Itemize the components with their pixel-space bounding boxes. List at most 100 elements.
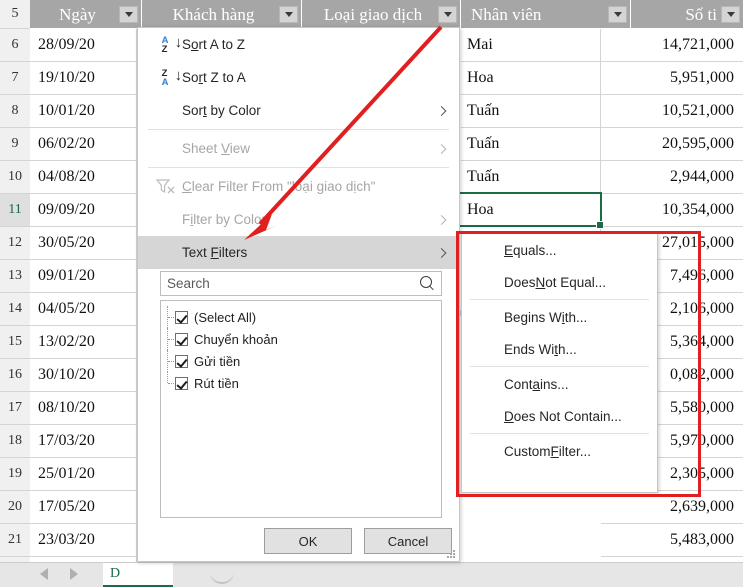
column-header-nhan-vien[interactable]: Nhân viên bbox=[461, 0, 631, 29]
cell-employee-7[interactable]: Hoa bbox=[461, 62, 601, 95]
menu-item-label-sort-z-to-a: Sort Z to A bbox=[182, 70, 246, 85]
filter-search-box[interactable]: Search bbox=[160, 271, 442, 296]
submenu-item-does-not-equal[interactable]: Does Not Equal... bbox=[462, 266, 657, 298]
cell-amount-21[interactable]: 5,483,000 bbox=[601, 524, 743, 557]
resize-grip[interactable] bbox=[447, 550, 455, 558]
row-header-12[interactable]: 12 bbox=[0, 227, 30, 260]
cell-amount-8[interactable]: 10,521,000 bbox=[601, 95, 743, 128]
cell-date-7[interactable]: 19/10/20 bbox=[30, 62, 137, 95]
cell-amount-6[interactable]: 14,721,000 bbox=[601, 29, 743, 62]
cell-date-18[interactable]: 17/03/20 bbox=[30, 425, 137, 458]
checkbox-row-chuyen-khoan[interactable]: Chuyển khoản bbox=[161, 328, 441, 350]
cell-employee-10[interactable]: Tuấn bbox=[461, 161, 601, 194]
cell-amount-11[interactable]: 10,354,000 bbox=[601, 194, 743, 227]
cell-date-8[interactable]: 10/01/20 bbox=[30, 95, 137, 128]
menu-item-sort-by-color[interactable]: Sort by Color bbox=[138, 94, 459, 127]
row-header-7[interactable]: 7 bbox=[0, 62, 30, 95]
row-header-15[interactable]: 15 bbox=[0, 326, 30, 359]
checkbox-row-rut-tien[interactable]: Rút tiền bbox=[161, 372, 441, 394]
row-header-21[interactable]: 21 bbox=[0, 524, 30, 557]
sheet-nav-arrows[interactable] bbox=[40, 568, 78, 580]
cell-date-11[interactable]: 09/09/20 bbox=[30, 194, 137, 227]
row-header-6[interactable]: 6 bbox=[0, 29, 30, 62]
cell-date-10[interactable]: 04/08/20 bbox=[30, 161, 137, 194]
checkbox-row-select-all[interactable]: (Select All) bbox=[161, 306, 441, 328]
cell-date-15[interactable]: 13/02/20 bbox=[30, 326, 137, 359]
menu-item-label-clear-filter: Clear Filter From "loại giao dịch" bbox=[182, 179, 376, 194]
row-header-17[interactable]: 17 bbox=[0, 392, 30, 425]
submenu-item-contains[interactable]: Cont a ins... bbox=[462, 368, 657, 400]
submenu-divider-1 bbox=[470, 299, 649, 300]
cell-date-19[interactable]: 25/01/20 bbox=[30, 458, 137, 491]
row-header-8[interactable]: 8 bbox=[0, 95, 30, 128]
filter-dropdown-icon-khach-hang[interactable] bbox=[279, 6, 298, 23]
menu-item-sort-z-to-a[interactable]: Z A ↓ Sort Z to A bbox=[138, 61, 459, 94]
filter-value-checkbox-list[interactable]: (Select All) Chuyển khoản Gửi tiền Rút t… bbox=[160, 300, 442, 518]
filter-search-placeholder: Search bbox=[167, 276, 210, 291]
row-header-10[interactable]: 10 bbox=[0, 161, 30, 194]
submenu-item-begins-with[interactable]: Begins Wi th... bbox=[462, 301, 657, 333]
sheet-nav-previous-icon[interactable] bbox=[40, 568, 48, 580]
cell-amount-7[interactable]: 5,951,000 bbox=[601, 62, 743, 95]
cell-date-17[interactable]: 08/10/20 bbox=[30, 392, 137, 425]
submenu-item-does-not-contain[interactable]: Does Not Contain... bbox=[462, 400, 657, 432]
checkbox-row-gui-tien[interactable]: Gửi tiền bbox=[161, 350, 441, 372]
sheet-tab-active[interactable]: D bbox=[103, 563, 173, 587]
cell-employee-9[interactable]: Tuấn bbox=[461, 128, 601, 161]
submenu-divider-2 bbox=[470, 366, 649, 367]
submenu-item-custom-filter[interactable]: Custom Filter... bbox=[462, 435, 657, 467]
column-header-so-tien[interactable]: Số ti bbox=[631, 0, 743, 29]
cell-employee-8[interactable]: Tuấn bbox=[461, 95, 601, 128]
menu-item-filter-by-color: Filter by Color bbox=[138, 203, 459, 236]
cell-date-20[interactable]: 17/05/20 bbox=[30, 491, 137, 524]
menu-item-text-filters[interactable]: Text Filters bbox=[138, 236, 459, 269]
cell-amount-20[interactable]: 2,639,000 bbox=[601, 491, 743, 524]
clear-filter-icon bbox=[148, 178, 182, 195]
row-header-13[interactable]: 13 bbox=[0, 260, 30, 293]
zoom-arc-decoration bbox=[210, 572, 234, 584]
checkbox-label-rut-tien: Rút tiền bbox=[194, 375, 239, 391]
row-header-18[interactable]: 18 bbox=[0, 425, 30, 458]
column-header-ngay[interactable]: Ngày bbox=[30, 0, 142, 29]
column-header-khach-hang[interactable]: Khách hàng bbox=[142, 0, 302, 29]
row-header-11[interactable]: 11 bbox=[0, 194, 30, 227]
cancel-button[interactable]: Cancel bbox=[364, 528, 452, 554]
column-header-loai-giao-dich[interactable]: Loại giao dịch bbox=[302, 0, 461, 29]
cell-date-16[interactable]: 30/10/20 bbox=[30, 359, 137, 392]
menu-item-label-filter-by-color: Filter by Color bbox=[182, 212, 267, 227]
row-header-5[interactable]: 5 bbox=[0, 0, 30, 29]
column-header-label-loai-giao-dich: Loại giao dịch bbox=[323, 4, 423, 24]
cell-date-6[interactable]: 28/09/20 bbox=[30, 29, 137, 62]
sheet-nav-next-icon[interactable] bbox=[70, 568, 78, 580]
checkbox-rut-tien[interactable] bbox=[175, 376, 188, 390]
cell-employee-6[interactable]: Mai bbox=[461, 29, 601, 62]
row-header-14[interactable]: 14 bbox=[0, 293, 30, 326]
row-header-20[interactable]: 20 bbox=[0, 491, 30, 524]
filter-dropdown-icon-loai-giao-dich[interactable] bbox=[438, 6, 457, 23]
cell-date-12[interactable]: 30/05/20 bbox=[30, 227, 137, 260]
cell-date-9[interactable]: 06/02/20 bbox=[30, 128, 137, 161]
row-header-16[interactable]: 16 bbox=[0, 359, 30, 392]
cell-employee-11[interactable]: Hoa bbox=[461, 194, 601, 227]
cell-date-13[interactable]: 09/01/20 bbox=[30, 260, 137, 293]
filter-dropdown-icon-ngay[interactable] bbox=[119, 6, 138, 23]
menu-item-sort-a-to-z[interactable]: A Z ↓ Sort A to Z bbox=[138, 28, 459, 61]
submenu-item-ends-with[interactable]: Ends Wi t h... bbox=[462, 333, 657, 365]
cell-date-14[interactable]: 04/05/20 bbox=[30, 293, 137, 326]
cell-date-21[interactable]: 23/03/20 bbox=[30, 524, 137, 557]
ok-button[interactable]: OK bbox=[264, 528, 352, 554]
checkbox-select-all[interactable] bbox=[175, 310, 188, 324]
checkbox-chuyen-khoan[interactable] bbox=[175, 332, 188, 346]
row-header-19[interactable]: 19 bbox=[0, 458, 30, 491]
submenu-item-equals[interactable]: Equals... bbox=[462, 234, 657, 266]
checkbox-gui-tien[interactable] bbox=[175, 354, 188, 368]
cell-amount-10[interactable]: 2,944,000 bbox=[601, 161, 743, 194]
row-header-9[interactable]: 9 bbox=[0, 128, 30, 161]
sort-za-icon: Z A ↓ bbox=[161, 66, 183, 88]
filter-dropdown-icon-so-tien[interactable] bbox=[721, 6, 740, 23]
column-header-label-khach-hang: Khách hàng bbox=[172, 4, 255, 24]
filter-dropdown-icon-nhan-vien[interactable] bbox=[608, 6, 627, 23]
text-filters-submenu: Equals... Does Not Equal... Begins Wi th.… bbox=[461, 233, 658, 493]
search-magnifier-icon bbox=[420, 276, 435, 291]
cell-amount-9[interactable]: 20,595,000 bbox=[601, 128, 743, 161]
